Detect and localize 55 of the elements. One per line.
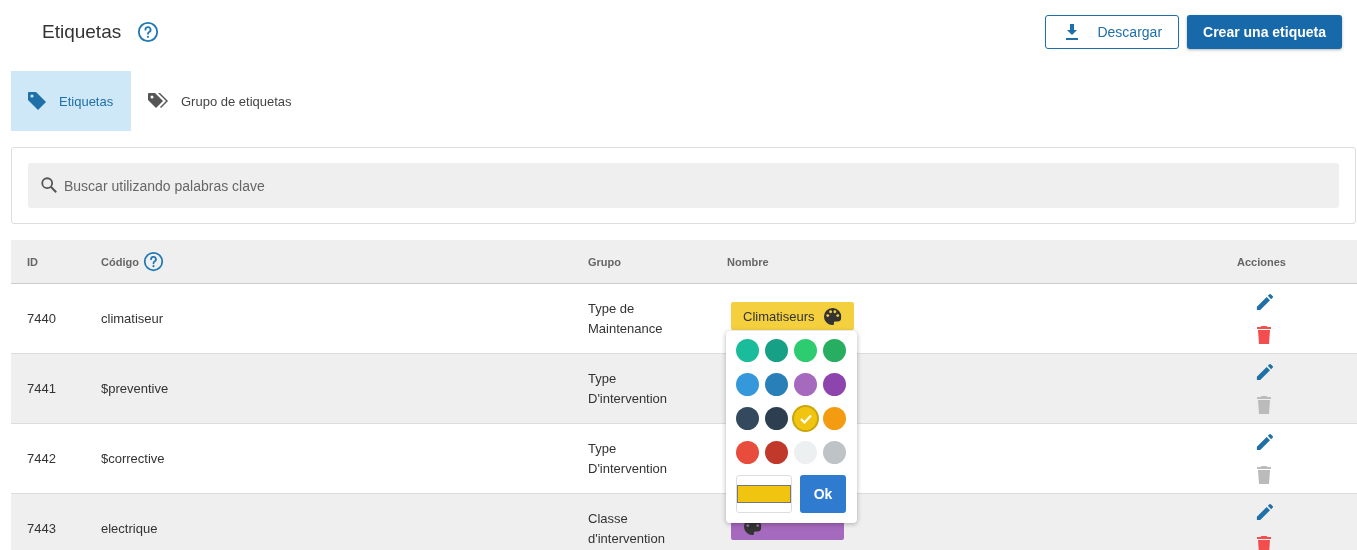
- column-header: Grupo: [588, 255, 621, 268]
- edit-icon[interactable]: [1254, 503, 1274, 522]
- help-icon[interactable]: [137, 20, 160, 43]
- table-cell: 7440: [27, 311, 56, 326]
- table-cell: climatiseur: [101, 311, 164, 326]
- search-icon: [40, 176, 58, 194]
- color-swatch[interactable]: [736, 339, 759, 362]
- color-swatch[interactable]: [736, 373, 759, 396]
- table-cell: $corrective: [101, 451, 165, 466]
- tab[interactable]: Grupo de etiquetas: [131, 71, 308, 131]
- color-swatch[interactable]: [794, 373, 817, 396]
- table-cell: 7442: [27, 451, 56, 466]
- tag-chip[interactable]: Climatiseurs: [731, 302, 854, 330]
- check-icon: [799, 413, 812, 424]
- edit-icon[interactable]: [1254, 293, 1274, 312]
- tag-icon: [27, 91, 47, 111]
- table-cell-text: Type D'intervention: [588, 439, 669, 478]
- download-button[interactable]: Descargar: [1045, 14, 1180, 49]
- palette-icon: [822, 306, 842, 326]
- color-swatch[interactable]: [823, 407, 846, 430]
- tags-icon: [147, 92, 169, 110]
- page-title: Etiquetas: [42, 20, 122, 43]
- color-swatch[interactable]: [794, 339, 817, 362]
- table-cell: $preventive: [101, 381, 169, 396]
- table-cell-text: Type de Maintenance: [588, 299, 664, 338]
- column-header: Nombre: [727, 255, 769, 268]
- color-swatch[interactable]: [765, 441, 788, 464]
- column-header: Acciones: [1237, 255, 1286, 268]
- color-swatch[interactable]: [736, 407, 759, 430]
- table-cell: 7441: [27, 381, 56, 396]
- column-header: Código: [101, 255, 139, 268]
- table-cell-text: Classe d'intervention: [588, 509, 666, 548]
- color-swatch[interactable]: [823, 339, 846, 362]
- table-cell: 7443: [27, 521, 56, 536]
- table-cell-text: Type D'intervention: [588, 369, 669, 408]
- create-tag-button[interactable]: Crear una etiqueta: [1187, 14, 1342, 49]
- delete-icon[interactable]: [1257, 536, 1271, 550]
- edit-icon[interactable]: [1254, 433, 1274, 452]
- search-field[interactable]: Buscar utilizando palabras clave: [28, 163, 1339, 208]
- color-swatch[interactable]: [765, 373, 788, 396]
- column-header: ID: [27, 255, 38, 268]
- color-swatch[interactable]: [794, 407, 817, 430]
- tab[interactable]: Etiquetas: [11, 71, 131, 131]
- color-swatch[interactable]: [823, 373, 846, 396]
- download-icon: [1065, 23, 1080, 40]
- color-swatch[interactable]: [765, 407, 788, 430]
- color-swatch[interactable]: [823, 441, 846, 464]
- color-swatch[interactable]: [765, 339, 788, 362]
- edit-icon[interactable]: [1254, 363, 1274, 382]
- help-icon[interactable]: [142, 251, 164, 272]
- ok-button[interactable]: Ok: [800, 475, 846, 513]
- color-input[interactable]: [736, 475, 792, 513]
- table-cell: electrique: [101, 521, 158, 536]
- color-swatch[interactable]: [736, 441, 759, 464]
- delete-icon[interactable]: [1257, 326, 1271, 344]
